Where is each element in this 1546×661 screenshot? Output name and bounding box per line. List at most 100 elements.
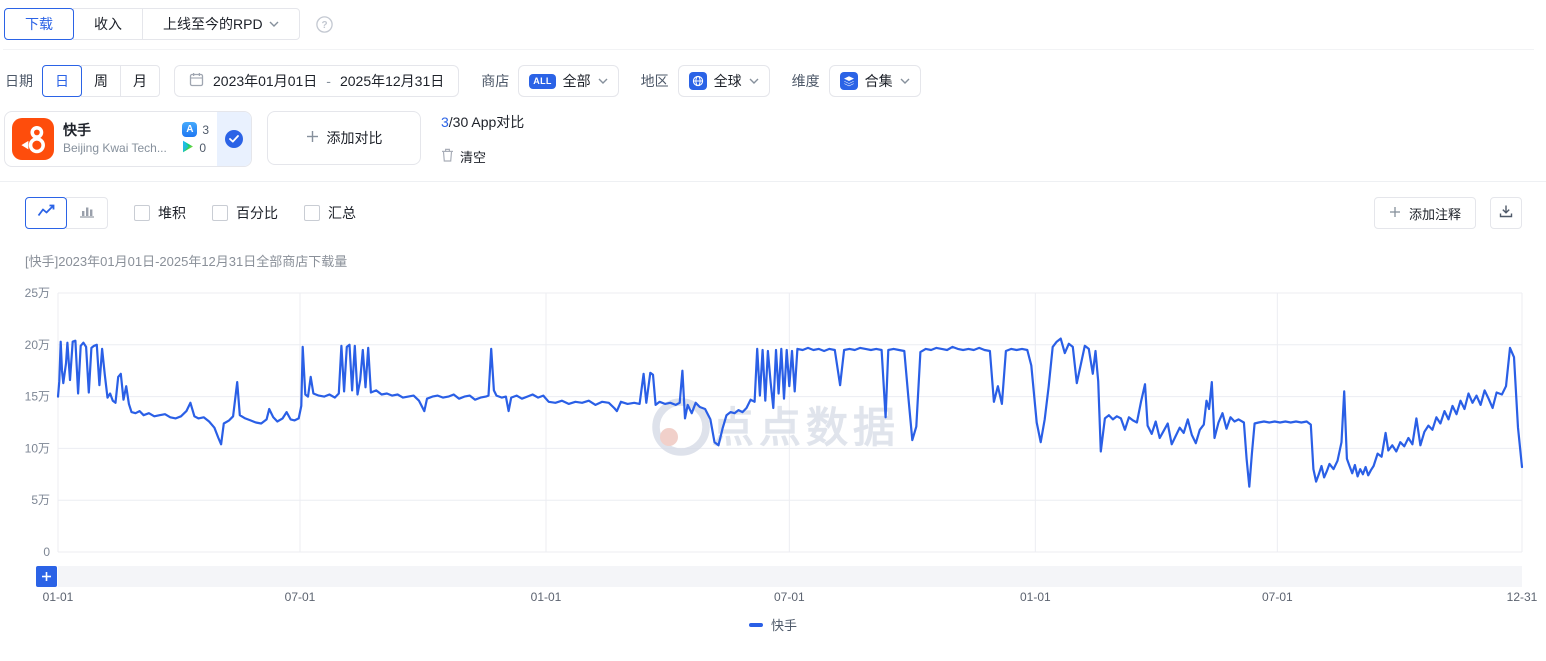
layers-icon xyxy=(840,72,858,90)
plus-icon xyxy=(1389,206,1401,221)
checkbox-summary[interactable]: 汇总 xyxy=(304,203,356,223)
x-axis-tick-label: 01-01 xyxy=(531,590,562,604)
line-chart-toggle[interactable] xyxy=(25,197,67,229)
x-axis-tick-label: 07-01 xyxy=(774,590,805,604)
chart-title: [快手]2023年01月01日-2025年12月31日全部商店下载量 xyxy=(25,251,1546,270)
appstore-icon: A xyxy=(182,122,197,137)
legend-swatch xyxy=(749,623,763,627)
y-axis-tick-label: 10万 xyxy=(25,441,50,455)
app-store-counts: A3 0 xyxy=(182,122,209,156)
download-chart: 25万20万15万10万5万001-0107-0101-0107-0101-01… xyxy=(0,281,1546,611)
tab-download-label: 下载 xyxy=(25,14,53,34)
date-range-picker[interactable]: 2023年01月01日 - 2025年12月31日 xyxy=(174,65,459,97)
app-company: Beijing Kwai Tech... xyxy=(63,141,169,155)
chart-option-checkboxes: 堆积 百分比 汇总 xyxy=(134,203,356,223)
x-axis-tick-label: 12-31 xyxy=(1507,590,1538,604)
plus-icon xyxy=(41,571,52,582)
checkbox-summary-label: 汇总 xyxy=(328,203,356,223)
chevron-down-icon xyxy=(900,78,910,84)
granularity-day[interactable]: 日 xyxy=(42,65,82,97)
bar-chart-icon xyxy=(79,204,95,223)
calendar-icon xyxy=(189,72,204,90)
svg-text:?: ? xyxy=(321,20,327,31)
appstore-count: 3 xyxy=(202,123,209,137)
trash-icon xyxy=(441,148,454,165)
granularity-week-label: 周 xyxy=(94,71,108,91)
clear-label: 清空 xyxy=(460,147,486,166)
store-all-badge: ALL xyxy=(529,74,555,89)
chevron-down-icon xyxy=(269,21,279,27)
globe-icon xyxy=(689,72,707,90)
granularity-month-label: 月 xyxy=(133,71,147,91)
granularity-group: 日 周 月 xyxy=(42,65,160,97)
granularity-month[interactable]: 月 xyxy=(120,65,160,97)
y-axis-tick-label: 20万 xyxy=(25,338,50,352)
store-value: 全部 xyxy=(563,71,591,91)
x-axis-tick-label: 01-01 xyxy=(1020,590,1051,604)
gplay-count: 0 xyxy=(199,141,206,155)
y-axis-tick-label: 0 xyxy=(43,545,50,559)
page-header: 下载 收入 上线至今的RPD ? 日期 日 周 月 2023年01月01日 - … xyxy=(0,0,1546,168)
checkbox-stacked[interactable]: 堆积 xyxy=(134,203,186,223)
checkbox-percent-label: 百分比 xyxy=(236,203,278,223)
compare-info: 3/30 App对比 清空 xyxy=(441,111,524,168)
chart-type-toggle xyxy=(25,197,108,229)
clear-compare-button[interactable]: 清空 xyxy=(441,147,524,166)
checkbox-stacked-label: 堆积 xyxy=(158,203,186,223)
add-compare-button[interactable]: 添加对比 xyxy=(267,111,421,165)
add-compare-label: 添加对比 xyxy=(327,128,383,148)
store-label: 商店 xyxy=(481,71,509,91)
region-select[interactable]: 全球 xyxy=(678,65,770,97)
metric-tabs-row: 下载 收入 上线至今的RPD ? xyxy=(3,8,1534,50)
x-axis-labels: 01-0107-0101-0107-0101-0107-0112-31 xyxy=(43,590,1538,604)
x-axis-tick-label: 07-01 xyxy=(285,590,316,604)
watermark-logo-icon xyxy=(656,402,706,452)
x-axis-tick-label: 07-01 xyxy=(1262,590,1293,604)
region-label: 地区 xyxy=(641,71,669,91)
granularity-week[interactable]: 周 xyxy=(81,65,121,97)
app-selected-strip[interactable] xyxy=(217,112,251,166)
kuaishou-app-icon xyxy=(12,118,54,160)
chevron-down-icon xyxy=(598,78,608,84)
checkbox-icon xyxy=(212,205,228,221)
bar-chart-toggle[interactable] xyxy=(66,197,108,229)
y-axis-tick-label: 15万 xyxy=(25,390,50,404)
tab-rpd-label: 上线至今的RPD xyxy=(163,14,263,34)
checkbox-icon xyxy=(134,205,150,221)
compare-count: 3/30 App对比 xyxy=(441,112,524,132)
granularity-day-label: 日 xyxy=(55,71,69,91)
add-annotation-button[interactable]: 添加注释 xyxy=(1374,197,1476,229)
app-meta: 快手 Beijing Kwai Tech... xyxy=(63,123,178,155)
watermark-logo-dot xyxy=(660,428,678,446)
date-end: 2025年12月31日 xyxy=(340,71,444,91)
dimension-select[interactable]: 合集 xyxy=(829,65,921,97)
date-label: 日期 xyxy=(5,71,33,91)
tab-revenue-label: 收入 xyxy=(94,14,122,34)
check-icon xyxy=(225,130,243,148)
compare-count-current: 3 xyxy=(441,114,449,130)
google-play-icon xyxy=(182,140,194,156)
y-axis-tick-label: 25万 xyxy=(25,286,50,300)
checkbox-percent[interactable]: 百分比 xyxy=(212,203,278,223)
legend-series-label: 快手 xyxy=(771,615,797,634)
tab-revenue[interactable]: 收入 xyxy=(73,8,143,40)
checkbox-icon xyxy=(304,205,320,221)
tab-rpd[interactable]: 上线至今的RPD xyxy=(142,8,300,40)
date-separator: - xyxy=(326,73,331,89)
app-card-kuaishou[interactable]: 快手 Beijing Kwai Tech... A3 0 xyxy=(4,111,252,167)
help-icon[interactable]: ? xyxy=(316,16,333,33)
y-axis-tick-label: 5万 xyxy=(31,493,50,507)
chart-zoom-track[interactable] xyxy=(58,566,1522,587)
line-chart-icon xyxy=(37,204,55,223)
date-start: 2023年01月01日 xyxy=(213,71,317,91)
chart-toolbar: 堆积 百分比 汇总 添加注释 xyxy=(25,197,1522,229)
chart-canvas: 25万20万15万10万5万001-0107-0101-0107-0101-01… xyxy=(0,281,1546,611)
download-icon xyxy=(1499,204,1513,223)
store-select[interactable]: ALL 全部 xyxy=(518,65,618,97)
region-value: 全球 xyxy=(714,71,742,91)
chart-legend[interactable]: 快手 xyxy=(0,615,1546,634)
chart-zoom-plus-button[interactable] xyxy=(36,566,57,587)
download-chart-button[interactable] xyxy=(1490,197,1522,229)
compare-count-suffix: /30 App对比 xyxy=(449,114,525,130)
tab-download[interactable]: 下载 xyxy=(4,8,74,40)
